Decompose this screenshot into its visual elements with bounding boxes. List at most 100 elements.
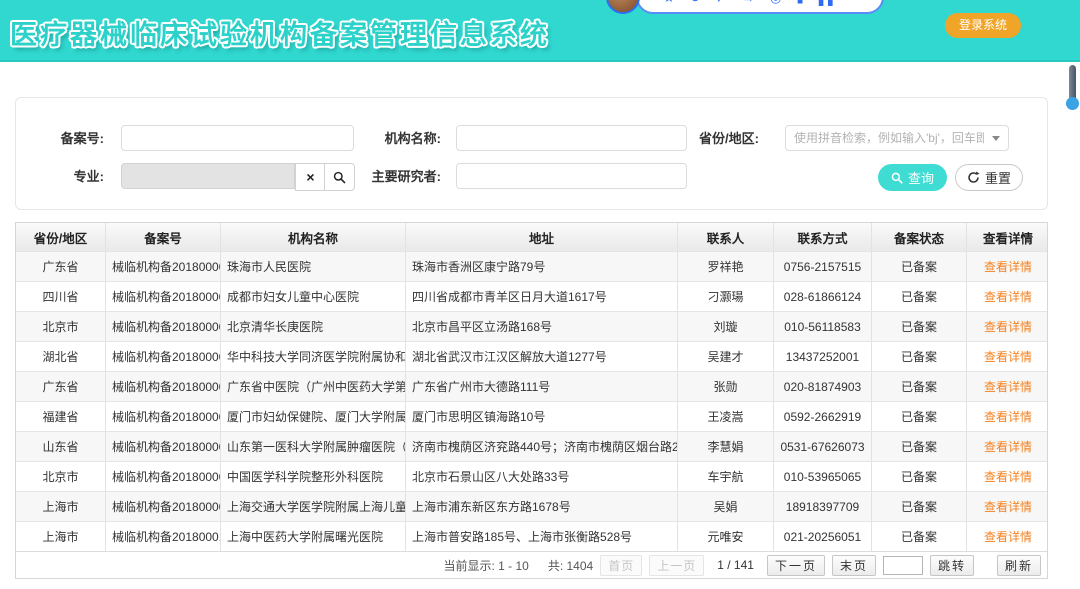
table-header-row: 省份/地区 备案号 机构名称 地址 联系人 联系方式 备案状态 查看详情 [16,223,1047,251]
jump-page-input[interactable] [883,556,923,575]
table-row: 福建省 械临机构备201800006 厦门市妇幼保健院、厦门大学附属... 厦门… [16,401,1047,431]
page-title: 医疗器械临床试验机构备案管理信息系统 [10,13,550,52]
cell-filing-no: 械临机构备201800001 [106,252,221,281]
cell-contact: 吴娟 [678,492,774,521]
next-page-button[interactable]: 下一页 [767,555,825,576]
view-detail-link[interactable]: 查看详情 [967,522,1049,551]
cell-institution: 上海中医药大学附属曙光医院 [221,522,406,551]
cell-institution: 厦门市妇幼保健院、厦门大学附属... [221,402,406,431]
col-header-status: 备案状态 [872,223,967,251]
cell-region: 广东省 [16,372,106,401]
cell-institution: 成都市妇女儿童中心医院 [221,282,406,311]
cell-phone: 020-81874903 [774,372,872,401]
table-row: 湖北省 械临机构备201800004 华中科技大学同济医学院附属协和医院 湖北省… [16,341,1047,371]
scrollbar-thumb[interactable] [1066,97,1079,110]
square-icon[interactable]: ▫ [852,0,857,4]
undo-icon[interactable]: ↺ [690,0,701,4]
table-row: 广东省 械临机构备201800001 珠海市人民医院 珠海市香洲区康宁路79号 … [16,251,1047,281]
status-badge: 已备案 [872,492,967,521]
share-icon[interactable]: ↗ [716,0,727,4]
cell-region: 山东省 [16,432,106,461]
cell-address: 济南市槐荫区济兖路440号；济南市槐荫区烟台路2999号 [406,432,678,461]
view-detail-link[interactable]: 查看详情 [967,342,1049,371]
view-detail-link[interactable]: 查看详情 [967,252,1049,281]
browser-extension-toolbar: ★ ↺ ↗ → ◎ ▮ ▌▌ ▫ [606,0,884,14]
cell-institution: 中国医学科学院整形外科医院 [221,462,406,491]
cell-contact: 王凌嵩 [678,402,774,431]
view-detail-link[interactable]: 查看详情 [967,282,1049,311]
cell-address: 上海市普安路185号、上海市张衡路528号 [406,522,678,551]
view-detail-link[interactable]: 查看详情 [967,372,1049,401]
table-row: 上海市 械临机构备201800009 上海交通大学医学院附属上海儿童... 上海… [16,491,1047,521]
specialty-label: 专业: [16,164,104,190]
pi-input[interactable] [456,163,687,189]
col-header-filing-no: 备案号 [106,223,221,251]
clear-icon[interactable]: × [295,163,326,191]
view-detail-link[interactable]: 查看详情 [967,432,1049,461]
cell-filing-no: 械临机构备201800005 [106,372,221,401]
columns-icon[interactable]: ▌▌ [819,0,837,4]
view-detail-link[interactable]: 查看详情 [967,492,1049,521]
institution-input[interactable] [456,125,687,151]
table-row: 四川省 械临机构备201800002 成都市妇女儿童中心医院 四川省成都市青羊区… [16,281,1047,311]
province-label: 省份/地区: [671,126,759,152]
bar-icon[interactable]: ▮ [796,0,803,4]
view-detail-link[interactable]: 查看详情 [967,402,1049,431]
institutions-table: 省份/地区 备案号 机构名称 地址 联系人 联系方式 备案状态 查看详情 广东省… [15,222,1048,579]
reset-button[interactable]: 重置 [955,164,1023,191]
status-badge: 已备案 [872,282,967,311]
filing-no-label: 备案号: [16,126,104,152]
search-icon [891,172,903,184]
cell-institution: 华中科技大学同济医学院附属协和医院 [221,342,406,371]
col-header-institution: 机构名称 [221,223,406,251]
pi-label: 主要研究者: [353,164,441,190]
first-page-button[interactable]: 首页 [600,555,642,576]
cell-phone: 0531-67626073 [774,432,872,461]
star-icon[interactable]: ★ [663,0,675,4]
cell-region: 四川省 [16,282,106,311]
col-header-contact: 联系人 [678,223,774,251]
view-detail-link[interactable]: 查看详情 [967,312,1049,341]
province-select[interactable] [785,125,1009,151]
col-header-phone: 联系方式 [774,223,872,251]
cell-address: 北京市昌平区立汤路168号 [406,312,678,341]
cell-filing-no: 械临机构备201800008 [106,462,221,491]
cell-contact: 车宇航 [678,462,774,491]
specialty-input[interactable] [121,163,295,189]
cell-address: 广东省广州市大德路111号 [406,372,678,401]
cell-phone: 021-20256051 [774,522,872,551]
prev-page-button[interactable]: 上一页 [649,555,704,576]
table-row: 北京市 械临机构备201800008 中国医学科学院整形外科医院 北京市石景山区… [16,461,1047,491]
col-header-region: 省份/地区 [16,223,106,251]
cell-phone: 0756-2157515 [774,252,872,281]
arrow-icon[interactable]: → [742,0,755,4]
cell-address: 北京市石景山区八大处路33号 [406,462,678,491]
status-badge: 已备案 [872,522,967,551]
cell-region: 广东省 [16,252,106,281]
view-detail-link[interactable]: 查看详情 [967,462,1049,491]
filing-no-input[interactable] [121,125,354,151]
cell-address: 上海市浦东新区东方路1678号 [406,492,678,521]
cell-contact: 元唯安 [678,522,774,551]
refresh-button[interactable]: 刷新 [997,555,1041,576]
avatar[interactable] [606,0,640,14]
table-row: 上海市 械临机构备201800010 上海中医药大学附属曙光医院 上海市普安路1… [16,521,1047,551]
query-button[interactable]: 查询 [878,164,947,191]
status-badge: 已备案 [872,252,967,281]
showing-range-text: 当前显示: 1 - 10 [443,557,528,574]
pagination-bar: 当前显示: 1 - 10 共: 1404 首页 上一页 1 / 141 下一页 … [16,551,1047,578]
status-badge: 已备案 [872,432,967,461]
status-badge: 已备案 [872,342,967,371]
cell-contact: 罗祥艳 [678,252,774,281]
reset-button-label: 重置 [985,168,1011,187]
cell-address: 湖北省武汉市江汉区解放大道1277号 [406,342,678,371]
login-button[interactable]: 登录系统 [945,13,1021,38]
target-icon[interactable]: ◎ [770,0,781,4]
search-icon[interactable] [324,163,355,191]
cell-contact: 刁灏瑒 [678,282,774,311]
jump-button[interactable]: 跳转 [930,555,974,576]
page-indicator: 1 / 141 [717,558,754,572]
last-page-button[interactable]: 末页 [832,555,876,576]
cell-filing-no: 械临机构备201800010 [106,522,221,551]
province-select-input[interactable] [785,125,1009,151]
